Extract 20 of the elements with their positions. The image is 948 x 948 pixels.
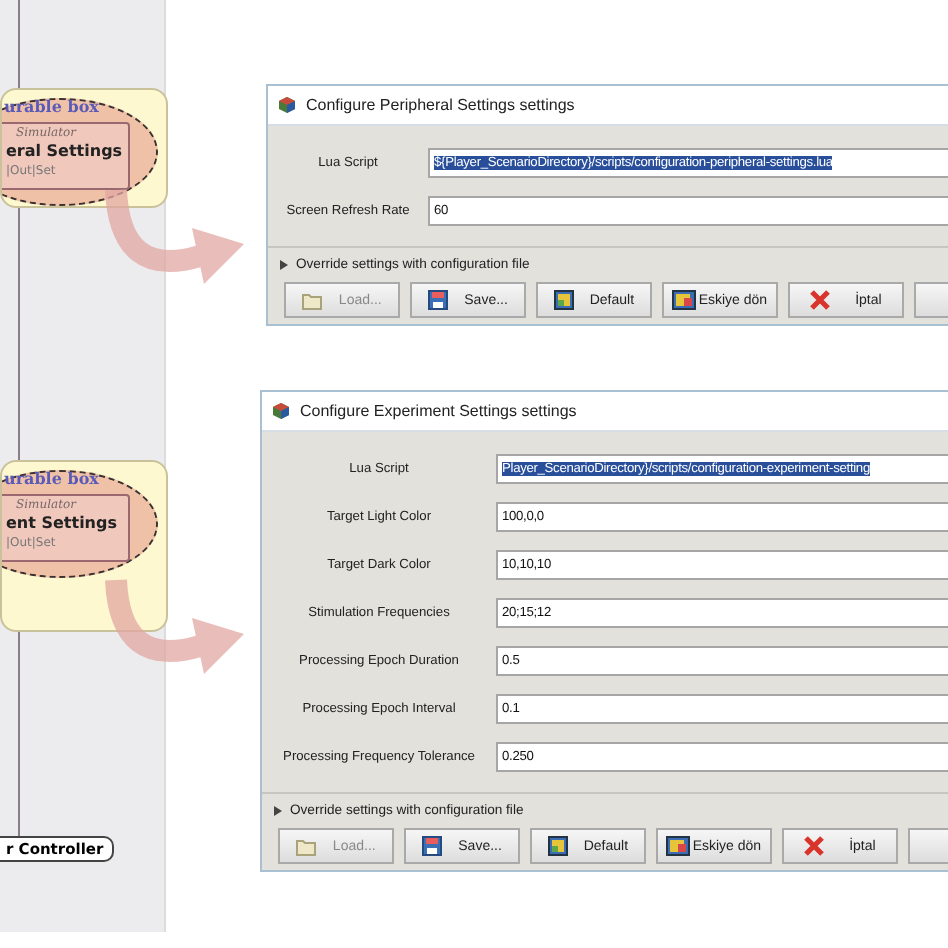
curved-arrow xyxy=(105,189,244,284)
folder-icon xyxy=(296,837,317,855)
expander-icon xyxy=(280,260,288,270)
node-title: ent Settings xyxy=(6,514,117,532)
folder-icon xyxy=(302,291,323,309)
box-header: urable box xyxy=(4,96,99,116)
window-title: Configure Experiment Settings settings xyxy=(300,402,577,420)
cube-icon xyxy=(278,96,296,114)
box-header: urable box xyxy=(4,468,99,488)
colored-square-icon xyxy=(547,836,568,856)
colored-square-icon xyxy=(553,290,574,310)
colored-square-icon xyxy=(672,290,697,310)
cross-icon xyxy=(804,836,825,856)
colored-square-icon xyxy=(666,836,691,856)
cross-icon xyxy=(810,290,831,310)
node-title: eral Settings xyxy=(6,142,123,160)
curved-arrow xyxy=(105,579,244,674)
cube-icon xyxy=(272,402,290,420)
window-title: Configure Peripheral Settings settings xyxy=(306,96,575,114)
expander-icon xyxy=(274,806,282,816)
